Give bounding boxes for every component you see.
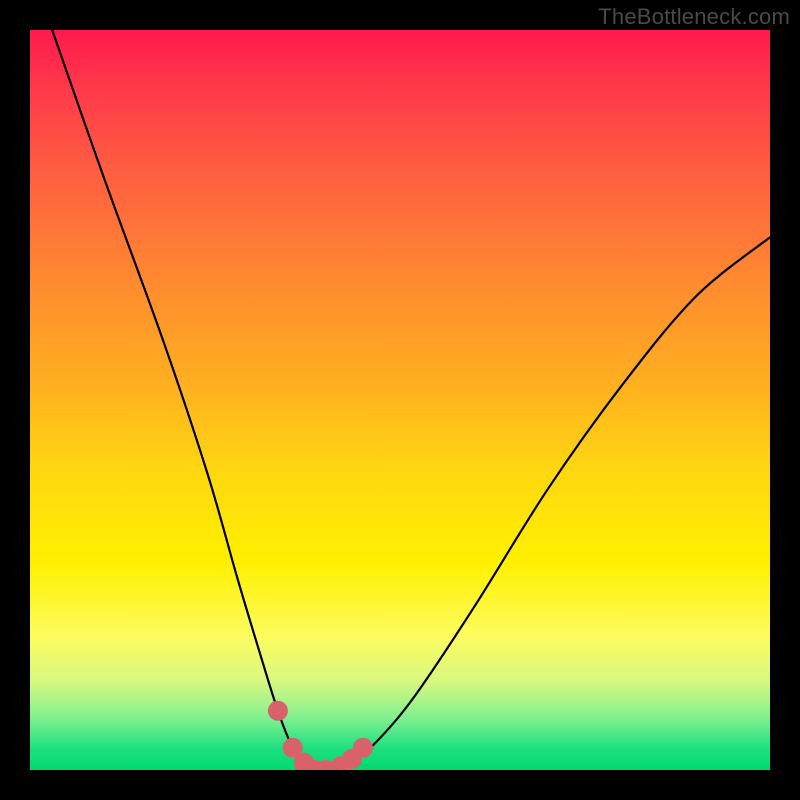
highlight-dots-group	[268, 701, 373, 770]
chart-frame: TheBottleneck.com	[0, 0, 800, 800]
bottleneck-curve-path	[52, 30, 770, 770]
highlight-dot	[268, 701, 288, 721]
highlight-dot	[353, 738, 373, 758]
chart-svg	[30, 30, 770, 770]
watermark-text: TheBottleneck.com	[598, 4, 790, 30]
chart-plot-area	[30, 30, 770, 770]
